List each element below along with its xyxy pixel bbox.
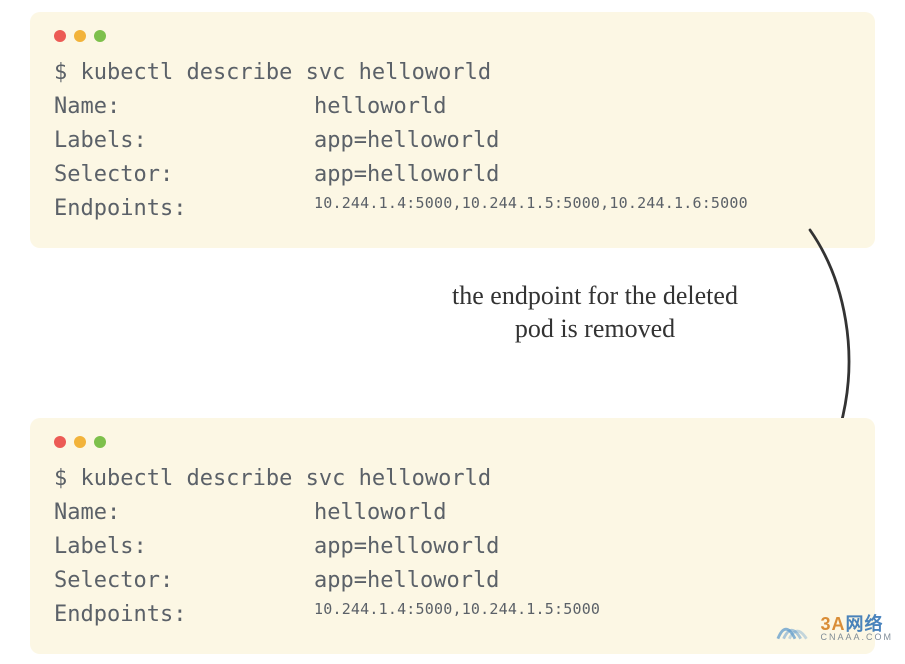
kv-value: app=helloworld <box>314 158 499 192</box>
watermark-text: 3A网络 CNAAA.COM <box>820 615 893 642</box>
annotation-line-1: the endpoint for the deleted <box>452 281 738 310</box>
kv-value: app=helloworld <box>314 564 499 598</box>
watermark-brand-accent: 3A <box>820 614 845 634</box>
kv-key: Labels: <box>54 124 314 158</box>
kv-key: Selector: <box>54 158 314 192</box>
kv-value: app=helloworld <box>314 530 499 564</box>
window-traffic-lights <box>54 436 851 448</box>
kv-value: helloworld <box>314 90 446 124</box>
kv-key: Endpoints: <box>54 598 314 632</box>
kv-key: Labels: <box>54 530 314 564</box>
annotation-text: the endpoint for the deleted pod is remo… <box>400 280 790 345</box>
command-line: $ kubectl describe svc helloworld <box>54 56 851 90</box>
window-traffic-lights <box>54 30 851 42</box>
endpoints-value: 10.244.1.4:5000,10.244.1.5:5000 <box>314 598 600 632</box>
kv-row: Labels:app=helloworld <box>54 124 851 158</box>
close-icon <box>54 30 66 42</box>
kv-key: Endpoints: <box>54 192 314 226</box>
endpoints-value: 10.244.1.4:5000,10.244.1.5:5000,10.244.1… <box>314 192 748 226</box>
kv-row: Labels:app=helloworld <box>54 530 851 564</box>
kv-key: Name: <box>54 496 314 530</box>
watermark-logo-icon <box>776 614 814 642</box>
zoom-icon <box>94 436 106 448</box>
zoom-icon <box>94 30 106 42</box>
minimize-icon <box>74 30 86 42</box>
close-icon <box>54 436 66 448</box>
watermark-subtext: CNAAA.COM <box>820 633 893 642</box>
kv-row: Selector:app=helloworld <box>54 564 851 598</box>
annotation-line-2: pod is removed <box>515 314 675 343</box>
kv-value: helloworld <box>314 496 446 530</box>
command-line: $ kubectl describe svc helloworld <box>54 462 851 496</box>
kv-row: Name:helloworld <box>54 90 851 124</box>
terminal-after: $ kubectl describe svc helloworld Name:h… <box>30 418 875 654</box>
kv-key: Name: <box>54 90 314 124</box>
watermark: 3A网络 CNAAA.COM <box>776 614 893 642</box>
minimize-icon <box>74 436 86 448</box>
kv-value: app=helloworld <box>314 124 499 158</box>
kv-row: Selector:app=helloworld <box>54 158 851 192</box>
kv-row: Name:helloworld <box>54 496 851 530</box>
kv-row-endpoints: Endpoints:10.244.1.4:5000,10.244.1.5:500… <box>54 192 851 226</box>
watermark-brand-rest: 网络 <box>846 614 884 634</box>
kv-key: Selector: <box>54 564 314 598</box>
terminal-before: $ kubectl describe svc helloworld Name:h… <box>30 12 875 248</box>
kv-row-endpoints: Endpoints:10.244.1.4:5000,10.244.1.5:500… <box>54 598 851 632</box>
